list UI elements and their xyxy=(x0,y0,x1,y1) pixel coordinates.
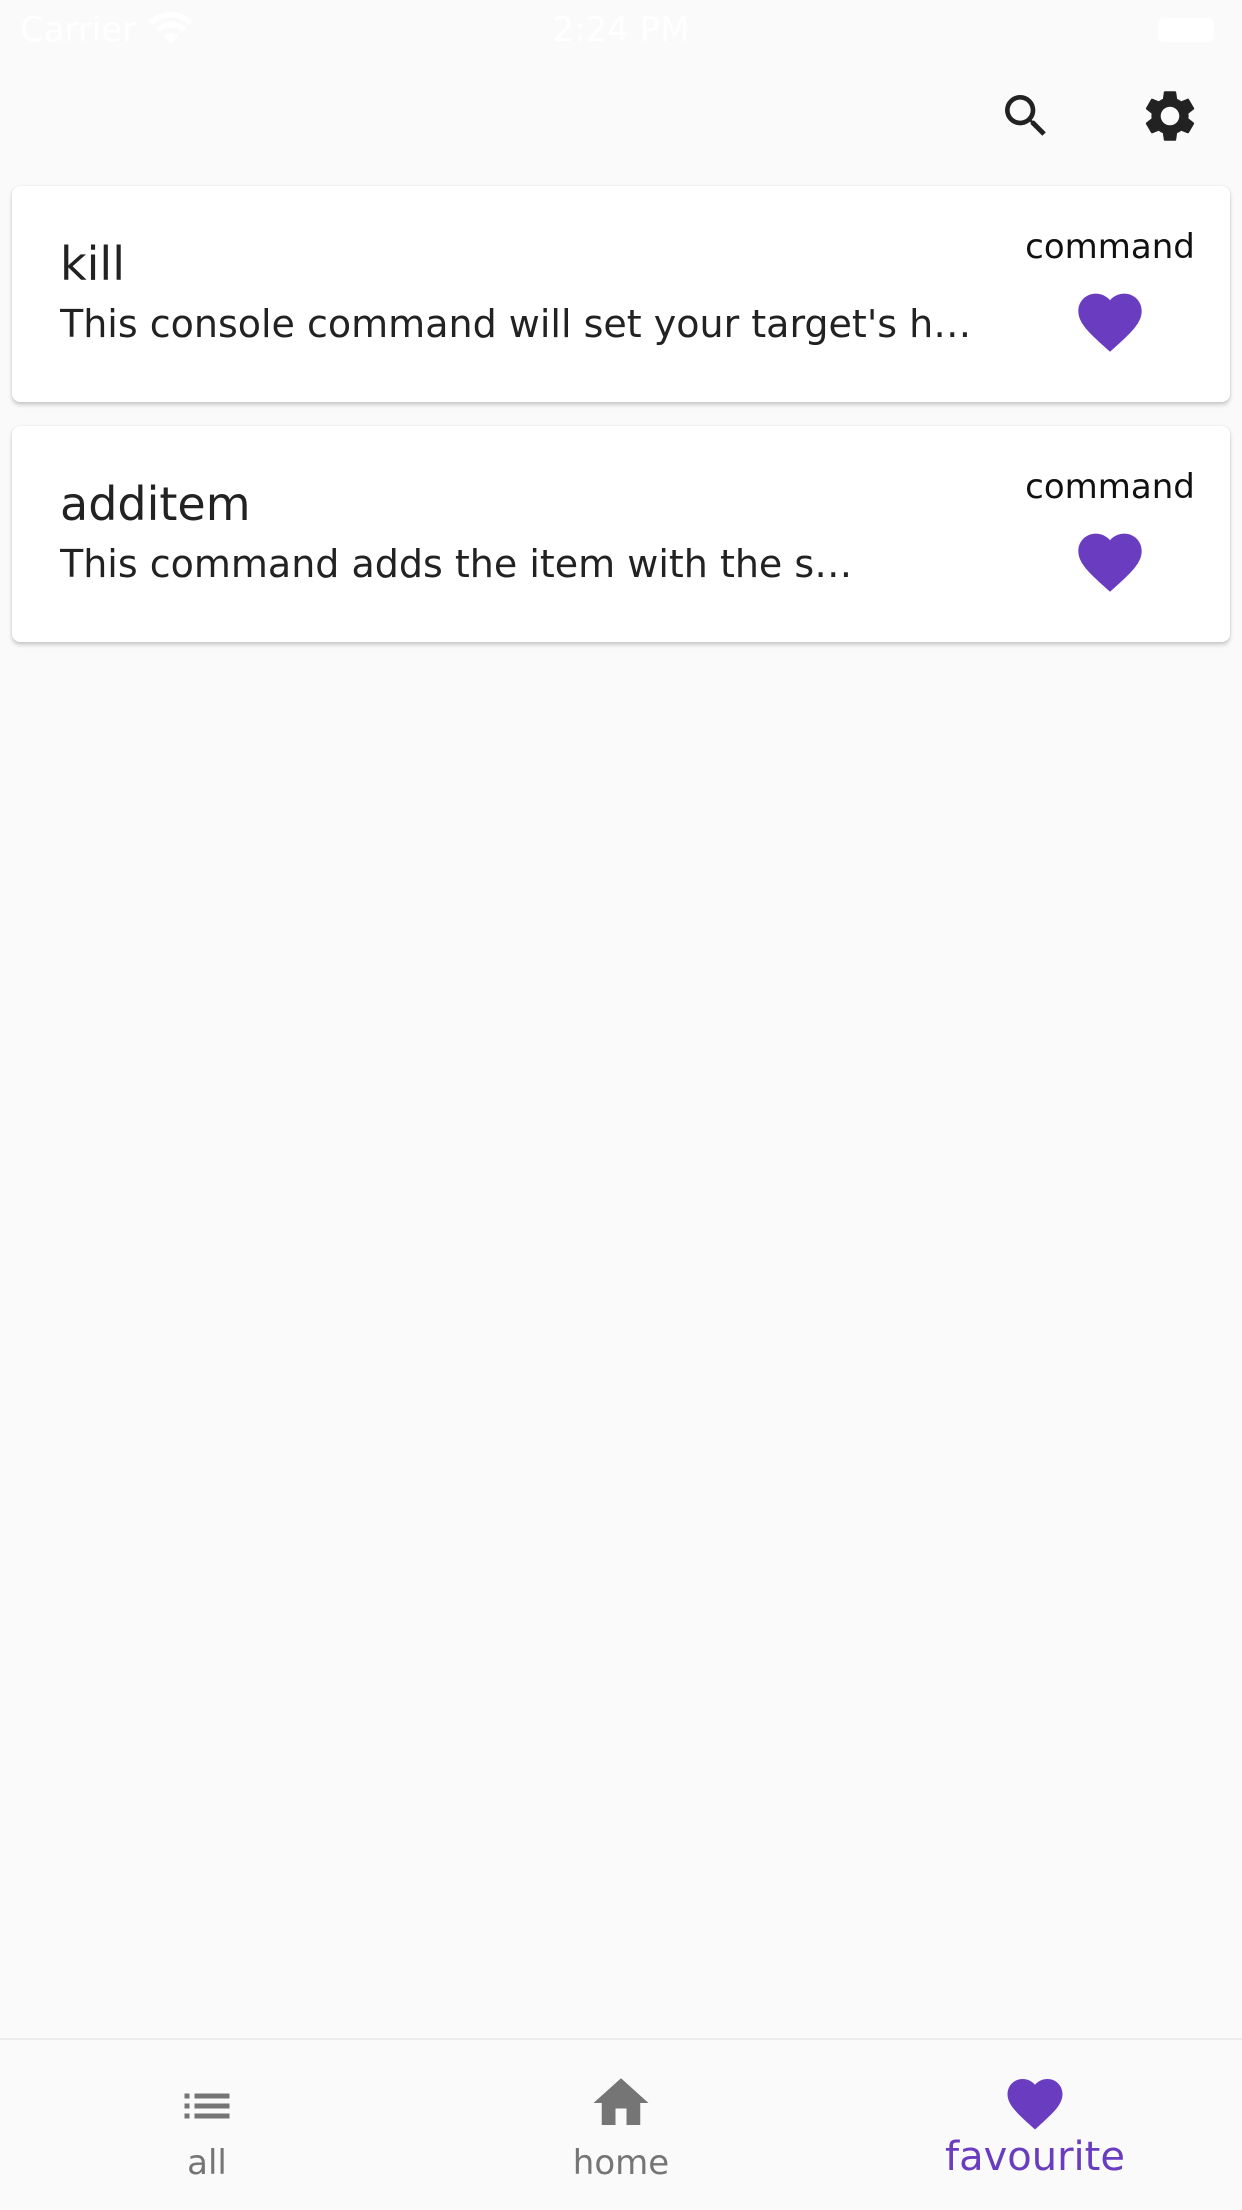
item-type-label: command xyxy=(1025,227,1195,267)
settings-button[interactable] xyxy=(1128,74,1212,158)
nav-label-favourite: favourite xyxy=(945,2134,1125,2180)
clock: 2:24 PM xyxy=(552,10,690,50)
favourite-heart-icon[interactable] xyxy=(1072,284,1148,354)
nav-tab-all[interactable]: all xyxy=(0,2040,414,2210)
gear-icon xyxy=(1145,91,1195,141)
item-description: This console command will set your targe… xyxy=(60,302,980,346)
favourite-heart-icon[interactable] xyxy=(1072,524,1148,594)
bottom-navigation: all home favourite xyxy=(0,2038,1242,2208)
home-icon xyxy=(593,2078,649,2125)
list-icon xyxy=(184,2093,230,2119)
search-button[interactable] xyxy=(984,74,1068,158)
list-item[interactable]: additem This command adds the item with … xyxy=(12,426,1230,642)
item-description: This command adds the item with the spec… xyxy=(60,542,860,586)
battery-icon xyxy=(1158,18,1214,42)
heart-icon xyxy=(1007,2079,1063,2130)
status-bar: Carrier 2:24 PM xyxy=(0,0,1242,60)
item-type-label: command xyxy=(1025,467,1195,507)
item-title: additem xyxy=(60,477,251,531)
list-item[interactable]: kill This console command will set your … xyxy=(12,186,1230,402)
item-title: kill xyxy=(60,237,125,291)
nav-tab-favourite[interactable]: favourite xyxy=(828,2040,1242,2210)
nav-tab-home[interactable]: home xyxy=(414,2040,828,2210)
search-icon xyxy=(1005,95,1046,136)
nav-label-home: home xyxy=(572,2143,670,2183)
nav-label-all: all xyxy=(187,2143,227,2183)
